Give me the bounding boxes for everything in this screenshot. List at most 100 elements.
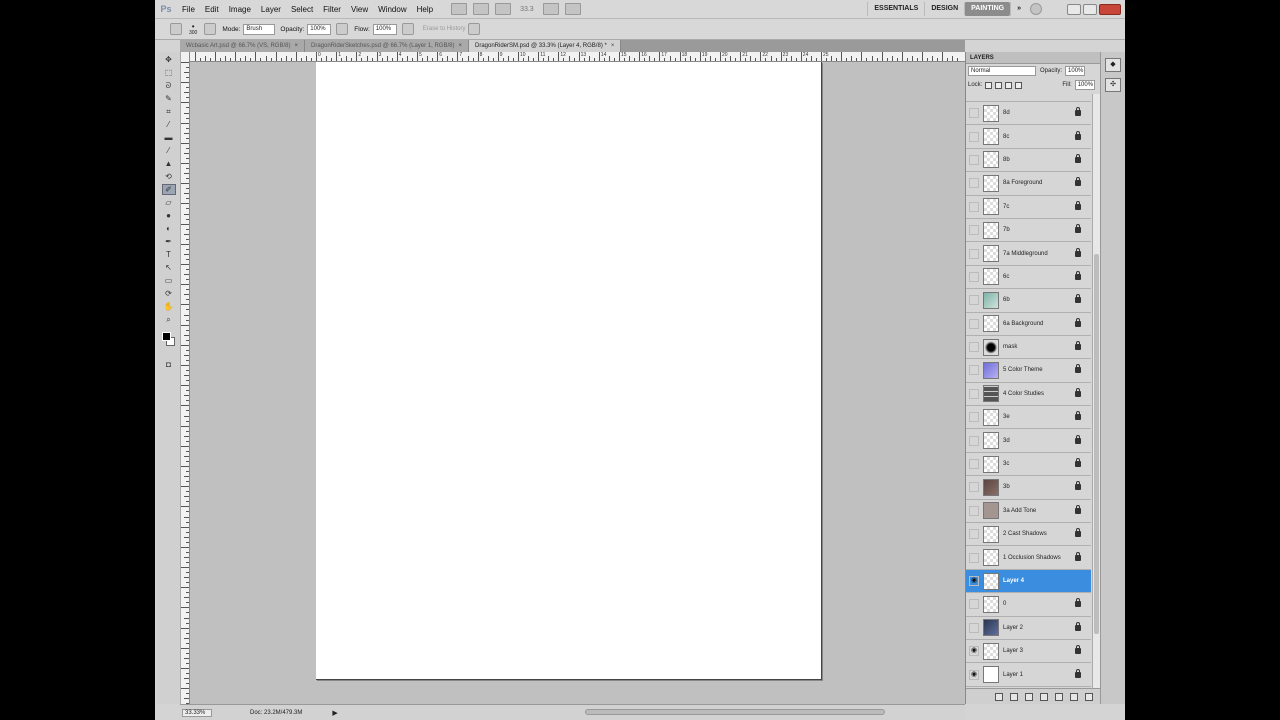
tab-document-3[interactable]: DragonRiderSM.psd @ 33.3% (Layer 4, RGB/… [469,40,622,52]
eraser-tool-icon[interactable]: ▱ [162,197,176,208]
layer-row[interactable]: 3b [966,476,1091,500]
lock-transparent-icon[interactable] [985,81,993,89]
lock-all-icon[interactable] [1015,81,1023,89]
tab-close-icon[interactable]: × [611,43,615,49]
layer-row[interactable]: 1 Occlusion Shadows [966,546,1091,570]
zoom-level[interactable]: 33.3 [520,6,534,13]
eye-hidden-icon[interactable] [969,599,979,610]
eye-hidden-icon[interactable] [969,342,979,353]
layers-panel-title[interactable]: LAYERS [966,52,1100,64]
layer-row[interactable]: Layer 2 [966,617,1091,640]
zoom-tool-icon[interactable]: ⌕ [162,314,176,325]
layer-row[interactable]: 3c [966,453,1091,477]
pressure-opacity-icon[interactable] [336,23,349,35]
layer-row[interactable]: 6c [966,266,1091,290]
eye-hidden-icon[interactable] [969,225,979,236]
pen-tool-icon[interactable]: ✒ [162,236,176,247]
tab-document-2[interactable]: DragonRiderSketches.psd @ 66.7% (Layer 1… [304,40,469,52]
layer-name[interactable]: 3e [1003,414,1075,420]
layer-name[interactable]: 7c [1003,204,1075,210]
airbrush-icon[interactable] [401,23,414,35]
layers-scrollbar[interactable] [1092,94,1100,688]
layer-name[interactable]: 8b [1003,157,1075,163]
close-window-icon[interactable] [1099,3,1121,15]
brush-tool-preset-icon[interactable] [170,23,182,35]
menu-image[interactable]: Image [224,0,256,19]
layer-row[interactable]: 0 [966,593,1091,617]
menu-view[interactable]: View [346,0,373,19]
new-layer-icon[interactable] [1070,692,1078,701]
layer-name[interactable]: 8d [1003,110,1075,116]
eye-hidden-icon[interactable] [969,435,979,446]
fill-field[interactable]: 100% [1074,80,1095,90]
brush-tool-icon[interactable]: ✐ [161,184,176,195]
eye-hidden-icon[interactable] [969,178,979,189]
layer-style-icon[interactable] [1010,692,1018,701]
layer-name[interactable]: 1 Occlusion Shadows [1003,555,1075,561]
path-select-tool-icon[interactable]: ↖ [162,262,176,273]
eye-hidden-icon[interactable] [969,295,979,306]
tab-close-icon[interactable]: × [458,43,462,49]
navigator-panel-icon[interactable]: ◆ [1105,58,1121,72]
layer-row[interactable]: 8c [966,125,1091,149]
flow-field[interactable]: 100% [372,23,397,35]
layer-row[interactable]: 4 Color Studies [966,383,1091,407]
link-layers-icon[interactable] [995,692,1003,701]
menu-select[interactable]: Select [286,0,318,19]
eye-hidden-icon[interactable] [969,108,979,119]
layer-name[interactable]: Layer 4 [1003,578,1091,584]
layer-row[interactable]: mask [966,336,1091,360]
layer-row[interactable]: 5 Color Theme [966,359,1091,383]
foreground-color-swatch[interactable] [162,332,171,341]
menu-file[interactable]: File [177,0,200,19]
eye-visible-icon[interactable]: ◉ [969,646,979,657]
opacity-field[interactable]: 100% [307,23,332,35]
history-brush-tool-icon[interactable]: ⟲ [162,171,176,182]
screen-mode-icon[interactable] [564,3,581,15]
3d-tool-icon[interactable]: ⟳ [162,288,176,299]
tab-close-icon[interactable]: × [294,43,298,49]
layer-opacity-field[interactable]: 100% [1065,66,1086,76]
marquee-tool-icon[interactable]: ⬚ [162,67,176,78]
clone-stamp-tool-icon[interactable]: ▲ [162,158,176,169]
quick-mask-icon[interactable]: ◘ [162,359,176,370]
layer-name[interactable]: 6c [1003,274,1075,280]
layer-row[interactable]: ◉ Layer 1 [966,663,1091,687]
layer-name[interactable]: 0 [1003,601,1075,607]
eye-hidden-icon[interactable] [969,622,979,633]
layer-name[interactable]: 7b [1003,227,1075,233]
shape-tool-icon[interactable]: ▭ [162,275,176,286]
adjustment-layer-icon[interactable] [1040,692,1048,701]
layer-row[interactable]: ◉ Layer 4 [966,569,1091,594]
view-extras-icon[interactable] [495,3,512,15]
tab-document-1[interactable]: Wcbasic Art.psd @ 66.7% (VS, RGB/8) × [180,40,305,52]
mode-select[interactable]: Brush [243,23,276,35]
type-tool-icon[interactable]: T [162,249,176,260]
lock-position-icon[interactable] [1005,81,1013,89]
brush-picker[interactable]: • 300 [189,22,197,36]
layer-row[interactable]: 7a Middleground [966,242,1091,266]
layer-row[interactable]: 8b [966,149,1091,173]
document-canvas[interactable] [316,62,822,680]
layer-name[interactable]: 3b [1003,484,1075,490]
layer-row[interactable]: 6b [966,289,1091,313]
menu-filter[interactable]: Filter [318,0,346,19]
erase-to-history-checkbox[interactable]: Erase to History [423,26,466,32]
layer-row[interactable] [966,94,1091,102]
eye-hidden-icon[interactable] [969,271,979,282]
layer-name[interactable]: 6a Background [1003,321,1075,327]
add-mask-icon[interactable] [1025,692,1033,701]
layer-name[interactable]: mask [1003,344,1075,350]
layer-row[interactable]: 8a Foreground [966,172,1091,196]
new-group-icon[interactable] [1055,692,1063,701]
maximize-icon[interactable] [1083,3,1097,15]
menu-edit[interactable]: Edit [200,0,224,19]
layers-scroll-thumb[interactable] [1094,254,1099,634]
layer-row[interactable]: 7b [966,219,1091,243]
cs-live-icon[interactable] [1030,3,1042,15]
lasso-tool-icon[interactable]: ᘐ [162,80,176,91]
layer-row[interactable]: 3d [966,429,1091,453]
workspace-painting[interactable]: PAINTING [964,2,1011,16]
layer-name[interactable]: 6b [1003,297,1075,303]
blend-mode-select[interactable]: Normal [968,66,1036,76]
